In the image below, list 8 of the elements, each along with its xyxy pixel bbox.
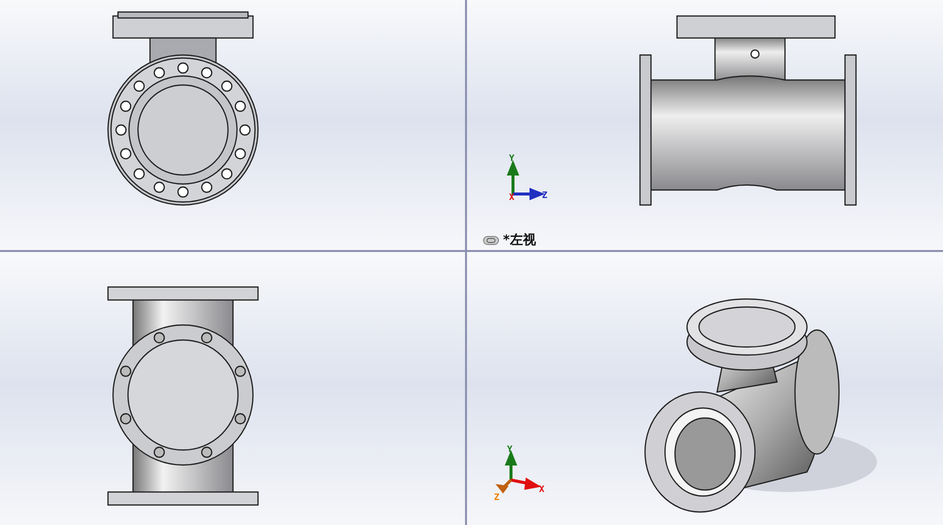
axis-label: X [509, 193, 514, 203]
axis-label: Y [507, 445, 512, 455]
axis-label: Z [494, 493, 500, 502]
axis-label: Z [542, 191, 548, 201]
z-axis-arrow-icon [498, 478, 512, 494]
axis-label: X [539, 485, 544, 495]
axis-label: Y [509, 154, 514, 164]
view-name: *左视 [503, 232, 536, 249]
